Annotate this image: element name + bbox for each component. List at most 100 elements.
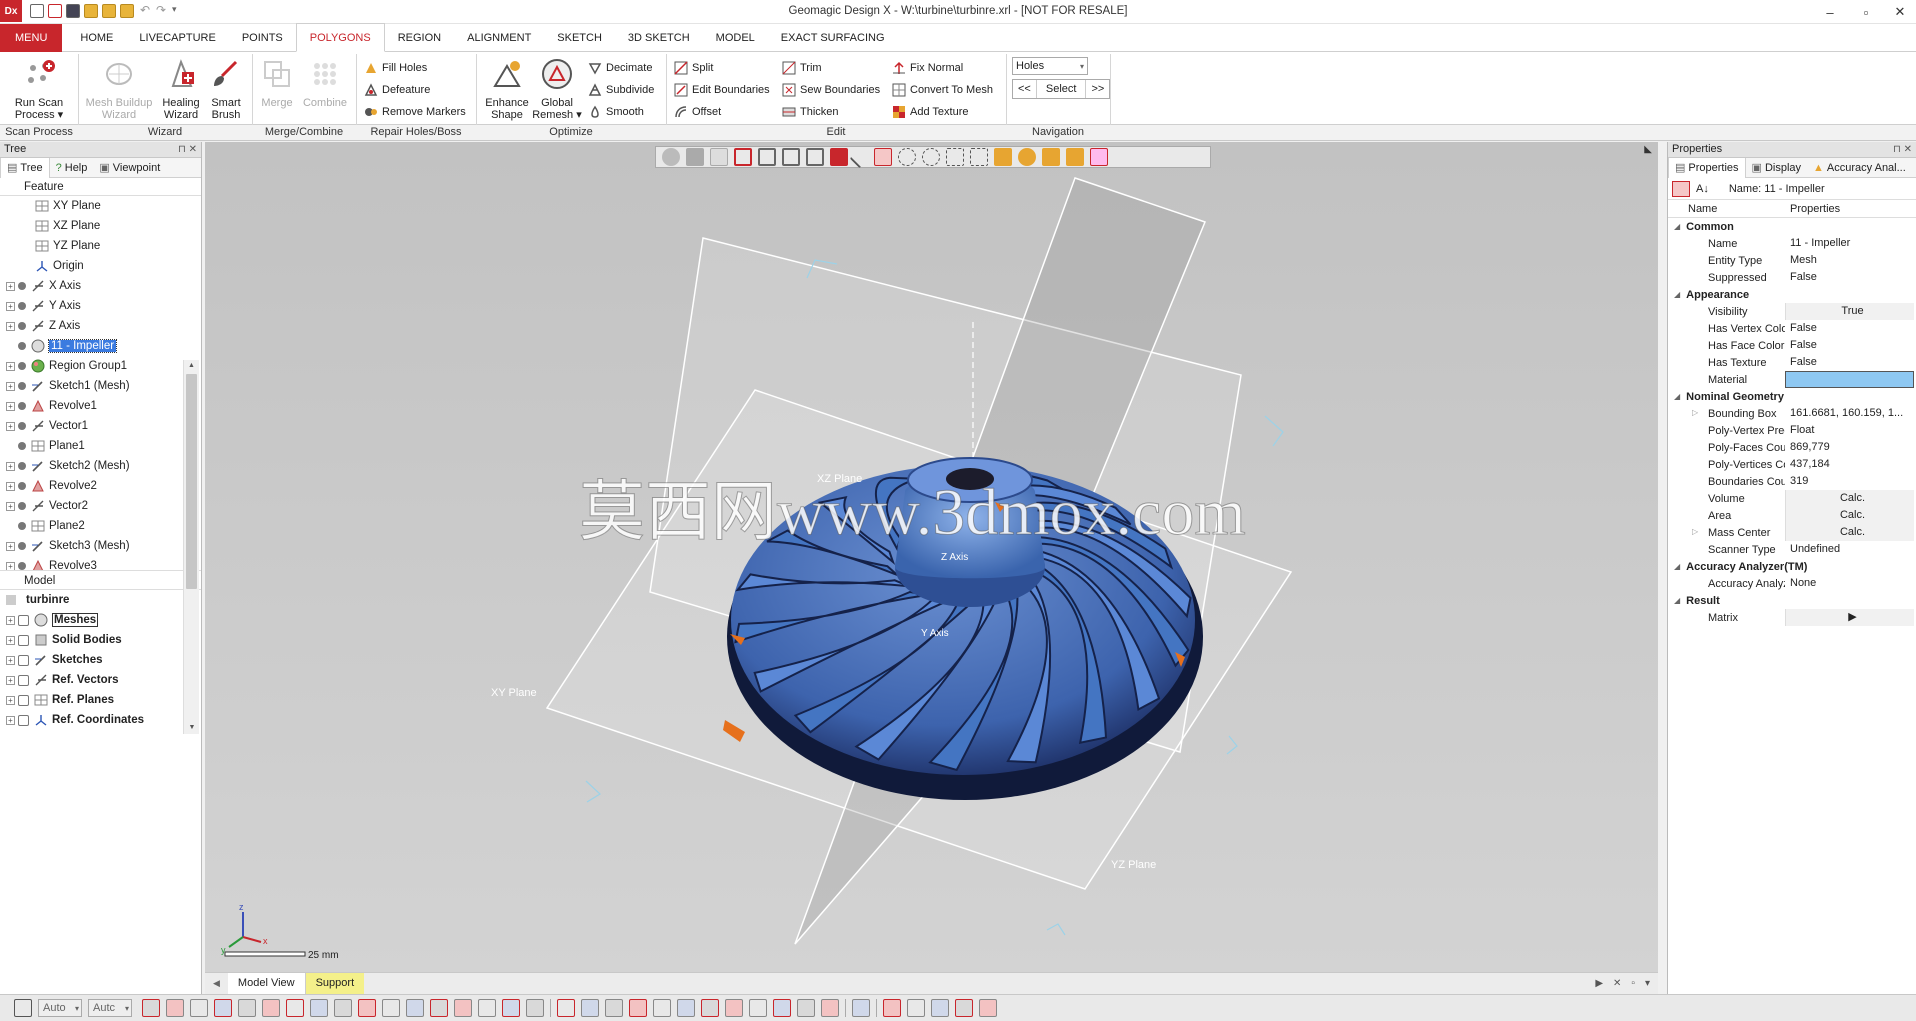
scrollbar-thumb[interactable] [186, 374, 197, 589]
tab-menu[interactable]: MENU [0, 23, 63, 52]
tab-exact-surfacing[interactable]: EXACT SURFACING [768, 24, 898, 52]
eye-toggle-icon[interactable] [18, 654, 29, 666]
tree-item[interactable]: + Sketch1 (Mesh) [0, 376, 201, 396]
visibility-dot-icon[interactable] [18, 502, 26, 510]
property-value[interactable]: False [1785, 354, 1916, 371]
point-select-icon[interactable] [334, 999, 352, 1017]
property-value[interactable]: False [1785, 320, 1916, 337]
decimate-button[interactable]: Decimate [588, 59, 652, 77]
settings-icon[interactable] [979, 999, 997, 1017]
expand-icon[interactable]: + [6, 461, 15, 471]
expand-icon[interactable]: + [6, 481, 15, 491]
tree-item[interactable]: Origin [0, 256, 201, 276]
combine-button[interactable]: Combine [300, 58, 350, 109]
property-row[interactable]: Area Calc. [1668, 507, 1916, 524]
mesh-select-icon[interactable] [214, 999, 232, 1017]
expand-icon[interactable]: + [6, 655, 15, 665]
property-row[interactable]: Matrix ▶ [1668, 609, 1916, 626]
trim-button[interactable]: Trim [782, 59, 822, 77]
tree-item[interactable]: Plane1 [0, 436, 201, 456]
property-row[interactable]: Accuracy Analyz...None [1668, 575, 1916, 592]
face-select-icon[interactable] [382, 999, 400, 1017]
solid-select-icon[interactable] [262, 999, 280, 1017]
snap-icon[interactable] [557, 999, 575, 1017]
property-row[interactable]: Name 11 - Impeller [1668, 235, 1916, 252]
tree-item[interactable]: Plane2 [0, 516, 201, 536]
property-category[interactable]: ◢ Appearance [1668, 286, 1916, 303]
tab-sketch[interactable]: SKETCH [544, 24, 615, 52]
property-value[interactable]: Calc. [1785, 524, 1914, 541]
property-value[interactable]: True [1785, 303, 1914, 320]
model-tree-item[interactable]: + Ref. Vectors [0, 670, 201, 690]
tab-help[interactable]: ? Help [50, 158, 94, 178]
expand-icon[interactable]: + [6, 675, 15, 685]
tab-accuracy-analyzer[interactable]: ▲ Accuracy Anal... [1807, 158, 1912, 178]
nav-select-button[interactable]: Select [1037, 80, 1087, 98]
property-value[interactable]: 11 - Impeller [1785, 235, 1916, 252]
annotate-icon[interactable] [955, 999, 973, 1017]
property-row[interactable]: Has Face Color False [1668, 337, 1916, 354]
sort-az-icon[interactable]: A↓ [1696, 183, 1709, 195]
tab-model-view[interactable]: Model View [227, 973, 306, 994]
shading-icon[interactable] [166, 999, 184, 1017]
property-row[interactable]: Material [1668, 371, 1916, 388]
collapse-icon[interactable]: ◢ [1674, 222, 1680, 231]
nav-next-button[interactable]: >> [1086, 80, 1109, 98]
expand-icon[interactable]: + [6, 361, 15, 371]
tab-points[interactable]: POINTS [229, 24, 296, 52]
model-tree-item[interactable]: + Solid Bodies [0, 630, 201, 650]
expand-icon[interactable]: + [6, 695, 15, 705]
tree-item[interactable]: + Region Group1 [0, 356, 201, 376]
property-row[interactable]: Volume Calc. [1668, 490, 1916, 507]
property-value[interactable]: Calc. [1785, 507, 1914, 524]
tree-item[interactable]: + Revolve1 [0, 396, 201, 416]
add-texture-button[interactable]: Add Texture [892, 103, 969, 121]
subdivide-button[interactable]: Subdivide [588, 81, 654, 99]
property-row[interactable]: Poly-Vertices Co...437,184 [1668, 456, 1916, 473]
dimension-icon[interactable] [931, 999, 949, 1017]
snap-mid-icon[interactable] [749, 999, 767, 1017]
tab-properties[interactable]: ▤ Properties [1668, 157, 1746, 178]
visibility-dot-icon[interactable] [18, 342, 26, 350]
tree-item[interactable]: + Sketch3 (Mesh) [0, 536, 201, 556]
tree-item[interactable]: + Y Axis [0, 296, 201, 316]
tabs-scroll-right-icon[interactable]: ▶ [1590, 978, 1608, 989]
snap-center-icon[interactable] [677, 999, 695, 1017]
navigation-dropdown[interactable]: Holes ▾ [1012, 57, 1088, 75]
expand-icon[interactable]: + [6, 421, 15, 431]
tab-close-icon[interactable]: ✕ [1608, 978, 1626, 989]
tab-display[interactable]: ▣ Display [1746, 158, 1807, 178]
property-value[interactable]: Float [1785, 422, 1916, 439]
snap-face-icon[interactable] [653, 999, 671, 1017]
plane-select-icon[interactable] [478, 999, 496, 1017]
coord-select-icon[interactable] [526, 999, 544, 1017]
tab-alignment[interactable]: ALIGNMENT [454, 24, 544, 52]
tab-home[interactable]: HOME [62, 24, 126, 52]
tree-item[interactable]: + X Axis [0, 276, 201, 296]
pin-close-icons[interactable]: ⊓ ✕ [1893, 142, 1916, 157]
property-row[interactable]: Boundaries Count319 [1668, 473, 1916, 490]
nav-prev-button[interactable]: << [1013, 80, 1037, 98]
property-value[interactable] [1785, 371, 1914, 388]
property-row[interactable]: ▷ Bounding Box 161.6681, 160.159, 1... [1668, 405, 1916, 422]
convert-to-mesh-button[interactable]: Convert To Mesh [892, 81, 993, 99]
defeature-button[interactable]: Defeature [364, 81, 430, 99]
tree-item[interactable]: + Revolve2 [0, 476, 201, 496]
visibility-dot-icon[interactable] [18, 542, 26, 550]
visibility-dot-icon[interactable] [18, 462, 26, 470]
expand-icon[interactable]: + [6, 301, 15, 311]
property-value[interactable]: 437,184 [1785, 456, 1916, 473]
property-row[interactable]: Entity Type Mesh [1668, 252, 1916, 269]
tree-item[interactable]: 11 - Impeller [0, 336, 201, 356]
snap-end-icon[interactable] [773, 999, 791, 1017]
collapse-icon[interactable]: ◢ [1674, 290, 1680, 299]
enhance-shape-button[interactable]: Enhance Shape [482, 58, 532, 121]
collapse-icon[interactable]: ◢ [1674, 562, 1680, 571]
property-value[interactable]: False [1785, 337, 1916, 354]
snap-filter-combo[interactable]: Autc ▾ [88, 999, 132, 1017]
tab-dropdown-icon[interactable]: ▾ [1640, 978, 1658, 989]
tree-item[interactable]: + Revolve3 [0, 556, 201, 570]
healing-wizard-button[interactable]: Healing Wizard [158, 58, 204, 121]
visibility-dot-icon[interactable] [18, 562, 26, 570]
snap-point-icon[interactable] [605, 999, 623, 1017]
